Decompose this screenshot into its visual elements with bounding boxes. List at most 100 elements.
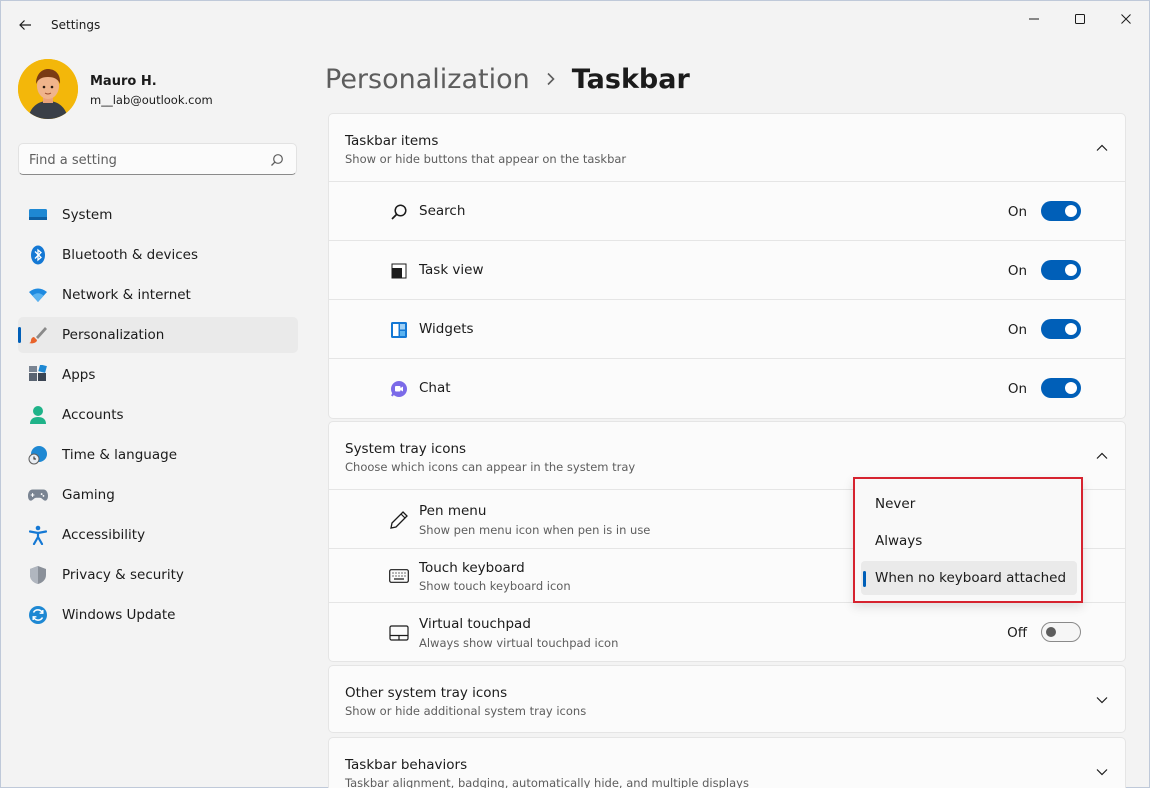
avatar-image-icon <box>18 59 78 119</box>
chevron-down-icon[interactable] <box>1095 765 1109 779</box>
setting-label: Task view <box>419 262 484 278</box>
setting-label: Virtual touchpad <box>419 616 531 632</box>
sidebar-item-label: Gaming <box>62 487 115 503</box>
toggle-state-label: On <box>1007 263 1027 279</box>
chevron-down-icon[interactable] <box>1095 693 1109 707</box>
setting-label: Pen menu <box>419 503 487 519</box>
virtual-touchpad-toggle[interactable] <box>1041 622 1081 642</box>
sidebar-item-label: Network & internet <box>62 287 191 303</box>
app-title: Settings <box>51 18 101 32</box>
taskbar-behaviors-header[interactable]: Taskbar behaviors Taskbar alignment, bad… <box>329 738 1125 788</box>
task-view-icon <box>389 261 409 281</box>
touch-keyboard-dropdown: Never Always When no keyboard attached <box>853 477 1083 603</box>
maximize-button[interactable] <box>1057 5 1103 33</box>
toggle-state-label: On <box>1007 381 1027 397</box>
setting-label: Search <box>419 203 466 219</box>
sidebar-item-label: Bluetooth & devices <box>62 247 199 263</box>
chevron-up-icon[interactable] <box>1095 449 1109 463</box>
sidebar-item-accounts[interactable]: Accounts <box>18 397 298 433</box>
widgets-icon <box>389 320 409 340</box>
avatar <box>18 59 78 119</box>
user-name: Mauro H. <box>90 74 157 89</box>
sidebar-item-gaming[interactable]: Gaming <box>18 477 298 513</box>
search-icon <box>389 202 409 222</box>
pen-icon <box>389 510 409 530</box>
sidebar-item-network[interactable]: Network & internet <box>18 277 298 313</box>
dropdown-option-never[interactable]: Never <box>861 487 1077 521</box>
setting-label: Chat <box>419 380 451 396</box>
setting-description: Show touch keyboard icon <box>419 579 571 593</box>
sidebar-item-label: System <box>62 207 113 223</box>
search-toggle[interactable] <box>1041 201 1081 221</box>
setting-label: Widgets <box>419 321 474 337</box>
minimize-button[interactable] <box>1011 5 1057 33</box>
sidebar-item-bluetooth[interactable]: Bluetooth & devices <box>18 237 298 273</box>
sidebar-item-label: Accessibility <box>62 527 146 543</box>
sidebar-item-privacy-security[interactable]: Privacy & security <box>18 557 298 593</box>
close-icon <box>1121 14 1131 24</box>
dropdown-option-when-no-keyboard[interactable]: When no keyboard attached <box>861 561 1077 595</box>
keyboard-icon <box>389 566 409 586</box>
touchpad-icon <box>389 623 409 643</box>
breadcrumb: Personalization Taskbar <box>325 59 690 99</box>
bluetooth-icon <box>28 245 48 265</box>
dropdown-option-always[interactable]: Always <box>861 524 1077 558</box>
search-box[interactable] <box>18 143 297 175</box>
card-title: Taskbar items <box>345 133 439 149</box>
page-title: Taskbar <box>571 63 690 95</box>
sidebar-item-windows-update[interactable]: Windows Update <box>18 597 298 633</box>
sidebar-item-label: Apps <box>62 367 96 383</box>
sidebar-item-accessibility[interactable]: Accessibility <box>18 517 298 553</box>
user-profile[interactable]: Mauro H. m__lab@outlook.com <box>18 59 298 119</box>
sidebar-item-label: Windows Update <box>62 607 176 623</box>
other-tray-card: Other system tray icons Show or hide add… <box>328 665 1126 733</box>
sidebar-item-label: Personalization <box>62 327 165 343</box>
taskbar-items-header[interactable]: Taskbar items Show or hide buttons that … <box>329 114 1125 182</box>
accessibility-icon <box>28 525 48 545</box>
person-icon <box>28 405 48 425</box>
taskbar-items-card: Taskbar items Show or hide buttons that … <box>328 113 1126 419</box>
sidebar-nav: System Bluetooth & devices Network & int… <box>18 197 298 637</box>
chevron-up-icon[interactable] <box>1095 141 1109 155</box>
back-arrow-icon <box>19 20 31 30</box>
toggle-state-label: On <box>1007 322 1027 338</box>
wifi-icon <box>28 285 48 305</box>
apps-icon <box>28 365 48 385</box>
taskbar-behaviors-card: Taskbar behaviors Taskbar alignment, bad… <box>328 737 1126 788</box>
setting-description: Always show virtual touchpad icon <box>419 636 619 650</box>
breadcrumb-parent[interactable]: Personalization <box>325 64 530 95</box>
card-title: System tray icons <box>345 441 467 457</box>
minimize-icon <box>1029 18 1039 20</box>
widgets-toggle[interactable] <box>1041 319 1081 339</box>
setting-row-task-view: Task view On <box>329 241 1125 300</box>
sidebar-item-personalization[interactable]: Personalization <box>18 317 298 353</box>
monitor-icon <box>28 205 48 225</box>
card-title: Other system tray icons <box>345 685 508 701</box>
toggle-state-label: Off <box>1007 625 1027 641</box>
sidebar-item-label: Time & language <box>62 447 178 463</box>
gamepad-icon <box>28 485 48 505</box>
card-subtitle: Show or hide buttons that appear on the … <box>345 152 627 166</box>
setting-row-search: Search On <box>329 182 1125 241</box>
sidebar-item-label: Accounts <box>62 407 124 423</box>
search-input[interactable] <box>29 150 259 170</box>
setting-row-virtual-touchpad: Virtual touchpad Always show virtual tou… <box>329 603 1125 661</box>
close-button[interactable] <box>1103 5 1149 33</box>
back-button[interactable] <box>11 11 39 39</box>
user-email: m__lab@outlook.com <box>90 93 213 107</box>
sidebar-item-apps[interactable]: Apps <box>18 357 298 393</box>
chat-toggle[interactable] <box>1041 378 1081 398</box>
update-icon <box>28 605 48 625</box>
chat-icon <box>389 379 409 399</box>
other-tray-header[interactable]: Other system tray icons Show or hide add… <box>329 666 1125 734</box>
chevron-right-icon <box>547 72 555 85</box>
title-bar: Settings <box>1 1 1149 49</box>
sidebar-item-time-language[interactable]: Time & language <box>18 437 298 473</box>
sidebar-item-label: Privacy & security <box>62 567 184 583</box>
maximize-icon <box>1075 14 1085 24</box>
search-icon[interactable] <box>270 152 286 168</box>
setting-label: Touch keyboard <box>419 560 525 576</box>
brush-icon <box>28 325 48 345</box>
task-view-toggle[interactable] <box>1041 260 1081 280</box>
sidebar-item-system[interactable]: System <box>18 197 298 233</box>
